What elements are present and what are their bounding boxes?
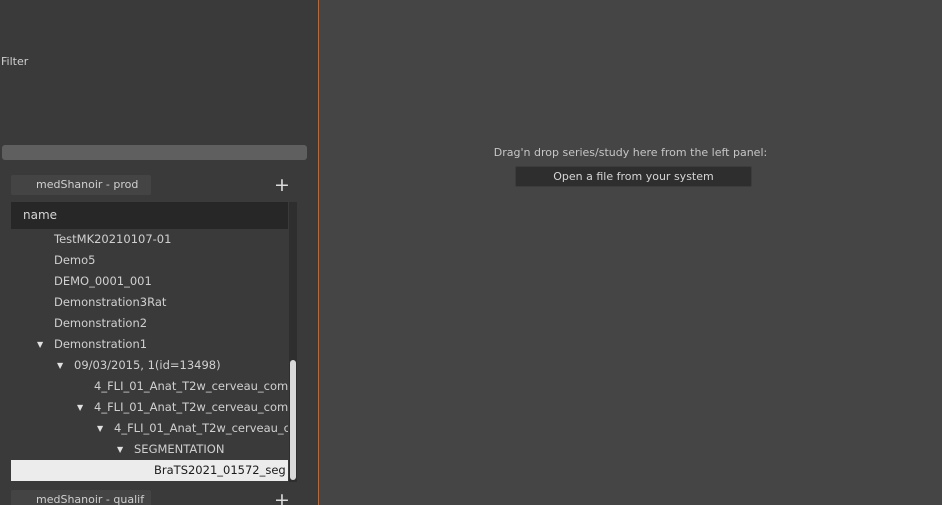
tree-row-study[interactable]: ▼ 09/03/2015, 1(id=13498) <box>11 355 288 376</box>
triangle-down-icon[interactable]: ▼ <box>117 439 127 460</box>
tree-column-header[interactable]: name <box>11 202 288 229</box>
tree-row-brats-seg[interactable]: BraTS2021_01572_seg <box>11 460 288 481</box>
tree-row-demonstration3rat[interactable]: Demonstration3Rat <box>11 292 288 313</box>
tree-row-label: Demonstration2 <box>54 316 148 330</box>
filter-label: Filter <box>1 55 29 68</box>
triangle-down-icon[interactable]: ▼ <box>57 355 67 376</box>
tree-view[interactable]: TestMK20210107-01 Demo5 DEMO_0001_001 De… <box>11 229 288 482</box>
add-source-prod-button[interactable]: + <box>274 174 290 196</box>
tree-row-label: 09/03/2015, 1(id=13498) <box>74 358 221 372</box>
tree-scrollbar[interactable] <box>289 202 297 482</box>
tree-row-label: Demonstration3Rat <box>54 295 167 309</box>
left-panel: Filter medShanoir - prod + name TestMK20… <box>0 0 318 505</box>
triangle-down-icon[interactable]: ▼ <box>97 418 107 439</box>
drop-hint: Drag'n drop series/study here from the l… <box>493 146 768 159</box>
tree-row-label: DEMO_0001_001 <box>54 274 152 288</box>
tree-row-demonstration2[interactable]: Demonstration2 <box>11 313 288 334</box>
tree-row-label: 4_FLI_01_Anat_T2w_cerveau_comp... <box>94 379 288 393</box>
open-file-button[interactable]: Open a file from your system <box>515 166 752 187</box>
tree-row-label: BraTS2021_01572_seg <box>154 463 286 477</box>
tree-row-label: SEGMENTATION <box>134 442 225 456</box>
source-tab-prod[interactable]: medShanoir - prod <box>11 175 151 195</box>
tree-row-label: Demo5 <box>54 253 96 267</box>
plus-icon: + <box>274 174 290 196</box>
tree-row-series-2[interactable]: ▼ 4_FLI_01_Anat_T2w_cerveau_comp... <box>11 397 288 418</box>
tree-row-label: 4_FLI_01_Anat_T2w_cerveau_c... <box>114 421 288 435</box>
tree-row-series-3[interactable]: ▼ 4_FLI_01_Anat_T2w_cerveau_c... <box>11 418 288 439</box>
tree-scrollbar-thumb[interactable] <box>290 360 296 480</box>
tree-row-testmk[interactable]: TestMK20210107-01 <box>11 229 288 250</box>
plus-icon: + <box>274 489 290 505</box>
tree-row-demo-0001[interactable]: DEMO_0001_001 <box>11 271 288 292</box>
tree-row-segmentation[interactable]: ▼ SEGMENTATION <box>11 439 288 460</box>
add-source-qualif-button[interactable]: + <box>274 489 290 505</box>
triangle-down-icon[interactable]: ▼ <box>37 334 47 355</box>
tree-row-series-1[interactable]: 4_FLI_01_Anat_T2w_cerveau_comp... <box>11 376 288 397</box>
tree-row-label: 4_FLI_01_Anat_T2w_cerveau_comp... <box>94 400 288 414</box>
tree-row-label: TestMK20210107-01 <box>54 232 172 246</box>
source-tab-qualif[interactable]: medShanoir - qualif <box>11 490 151 505</box>
filter-search-bar[interactable] <box>2 145 307 160</box>
tree-row-demo5[interactable]: Demo5 <box>11 250 288 271</box>
drop-area[interactable]: Drag'n drop series/study here from the l… <box>319 0 942 505</box>
tree-row-label: Demonstration1 <box>54 337 148 351</box>
triangle-down-icon[interactable]: ▼ <box>77 397 87 418</box>
tree-row-demonstration1[interactable]: ▼ Demonstration1 <box>11 334 288 355</box>
